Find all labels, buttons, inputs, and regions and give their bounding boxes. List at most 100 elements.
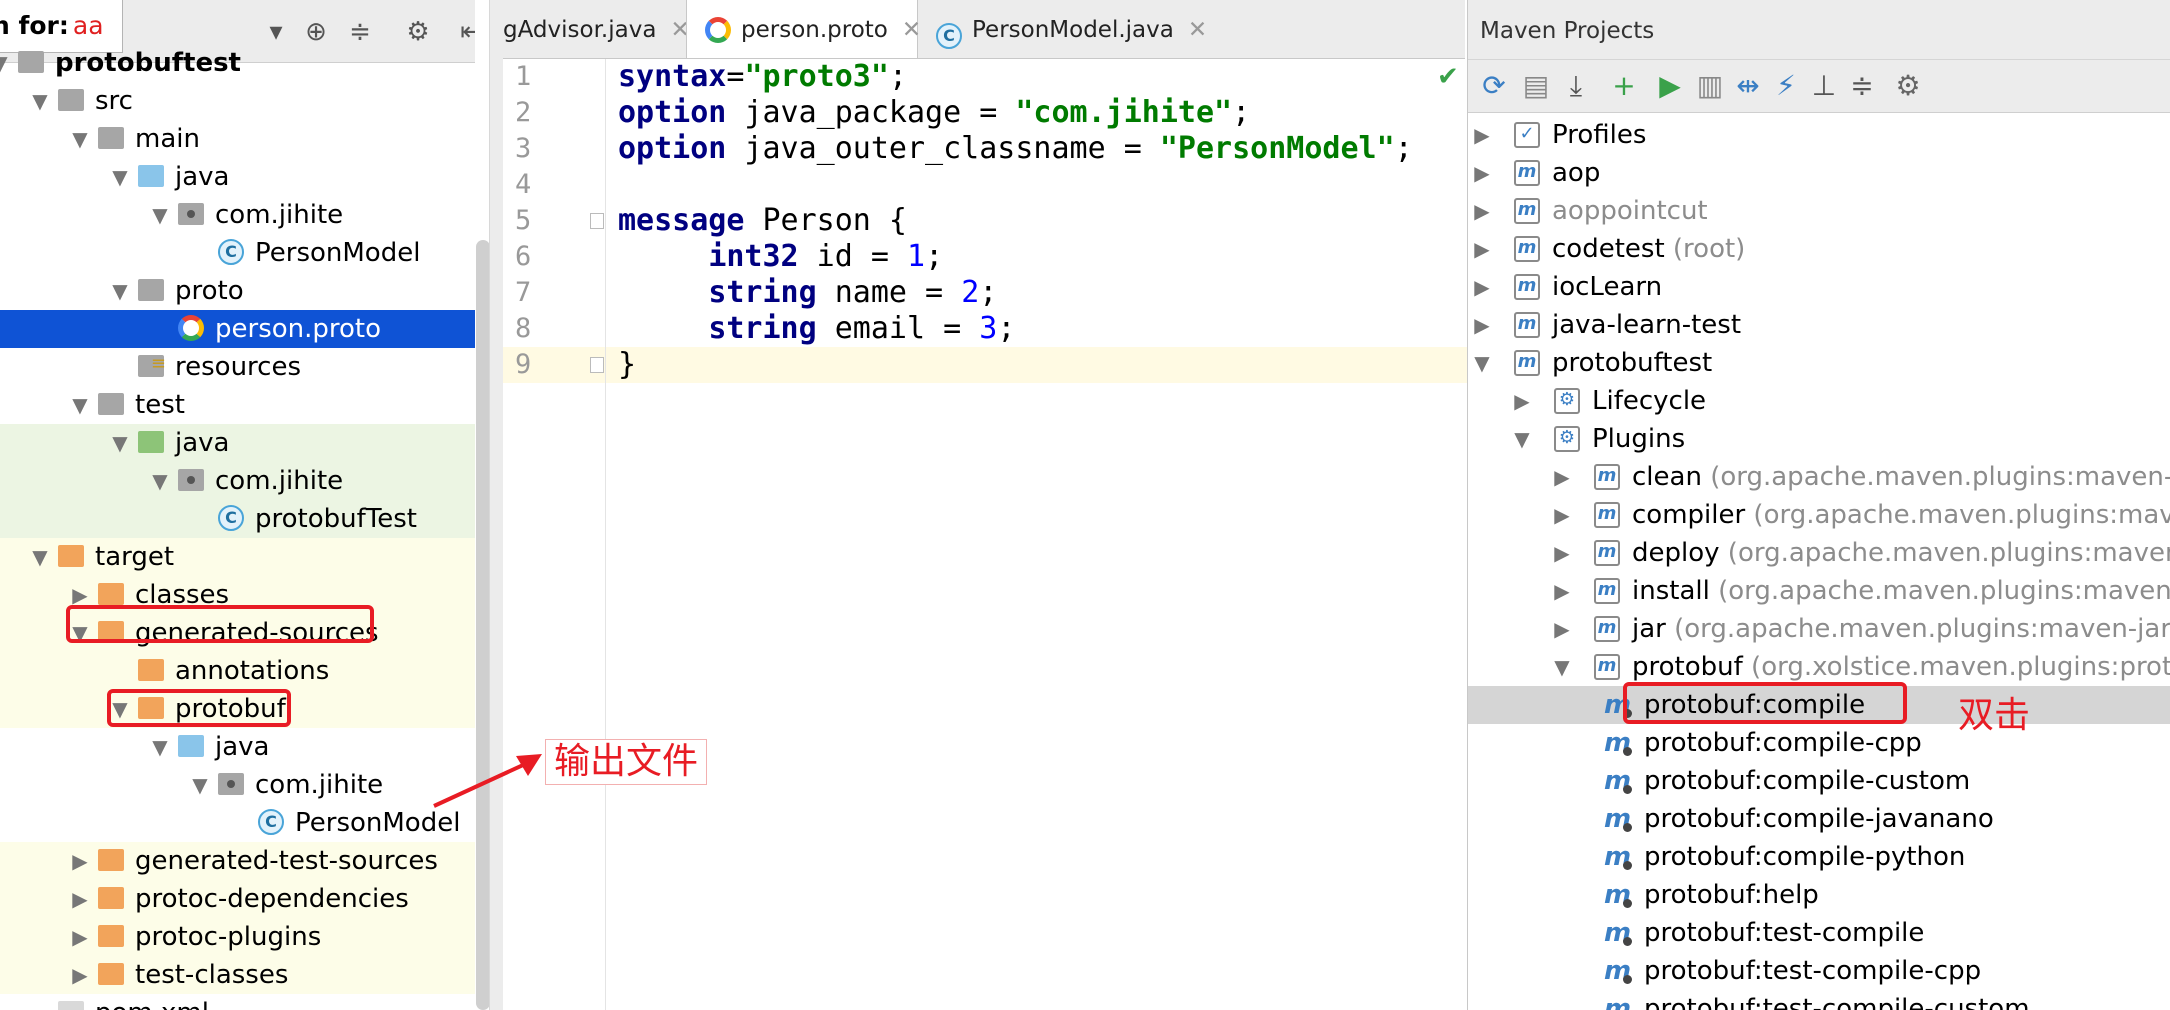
collapsed-arrow-icon[interactable]: ▶ <box>68 956 92 994</box>
collapsed-arrow-icon[interactable]: ▶ <box>68 842 92 880</box>
collapsed-arrow-icon[interactable]: ▶ <box>68 880 92 918</box>
project-tree-item[interactable]: resources <box>0 345 475 386</box>
expanded-arrow-icon[interactable]: ▼ <box>68 386 92 424</box>
maven-goal-item[interactable]: m protobuf:compile-cpp <box>1468 724 2170 762</box>
project-tree-item[interactable]: ▶ protoc-dependencies <box>0 880 475 918</box>
collapsed-arrow-icon[interactable]: ▶ <box>1550 496 1574 534</box>
project-tree-item[interactable]: ▼ java <box>0 158 475 196</box>
maven-goal-item[interactable]: m protobuf:test-compile <box>1468 914 2170 952</box>
project-tree-item[interactable]: ▼ protobuftest <box>0 44 475 82</box>
expanded-arrow-icon[interactable]: ▼ <box>148 462 172 500</box>
collapsed-arrow-icon[interactable]: ▶ <box>1550 610 1574 648</box>
maven-tree-item[interactable]: ▶ m compiler (org.apache.maven.plugins:mav… <box>1468 496 2170 534</box>
maven-tree-item[interactable]: ▼ m protobuftest <box>1468 344 2170 382</box>
maven-goal-item[interactable]: m protobuf:compile-python <box>1468 838 2170 876</box>
project-tree-item[interactable]: ▼ main <box>0 120 475 158</box>
collapsed-arrow-icon[interactable]: ▶ <box>1510 382 1534 420</box>
download-icon[interactable]: ⤓ <box>1560 70 1592 102</box>
collapsed-arrow-icon[interactable]: ▶ <box>1550 572 1574 610</box>
maven-tree-item[interactable]: ▶ m aop <box>1468 154 2170 192</box>
maven-tree-item[interactable]: ▶ m install (org.apache.maven.plugins:mave… <box>1468 572 2170 610</box>
maven-tree-item[interactable]: ▶ ⚙ Lifecycle <box>1468 382 2170 420</box>
expanded-arrow-icon[interactable]: ▼ <box>108 424 132 462</box>
project-tree-item[interactable]: CprotobufTest <box>0 500 475 538</box>
maven-tree-item[interactable]: ▶ ✓ Profiles <box>1468 116 2170 154</box>
maven-tree-item[interactable]: ▶ m jar (org.apache.maven.plugins:maven-ja… <box>1468 610 2170 648</box>
maven-goal-item[interactable]: m protobuf:help <box>1468 876 2170 914</box>
collapsed-arrow-icon[interactable]: ▶ <box>1470 154 1494 192</box>
collapsed-arrow-icon[interactable]: ▶ <box>1550 458 1574 496</box>
expanded-arrow-icon[interactable]: ▼ <box>108 272 132 310</box>
code-line[interactable]: } <box>590 347 1477 383</box>
code-line[interactable] <box>606 167 1477 203</box>
project-tree-item[interactable]: ▼ java <box>0 424 475 462</box>
panel-divider[interactable] <box>489 0 504 1010</box>
maven-tree-item[interactable]: ▶ m aoppointcut <box>1468 192 2170 230</box>
project-tree-item[interactable]: ▼ com.jihite <box>0 462 475 500</box>
maven-tree-item[interactable]: ▼ ⚙ Plugins <box>1468 420 2170 458</box>
generate-sources-icon[interactable]: ▤ <box>1520 70 1552 102</box>
code-line[interactable]: string email = 3; <box>606 311 1477 347</box>
fold-marker-icon[interactable] <box>590 357 604 373</box>
code-line[interactable]: option java_package = "com.jihite"; <box>606 95 1477 131</box>
project-tree-item[interactable]: ▶ protoc-plugins <box>0 918 475 956</box>
project-tree-item[interactable]: ▼ target <box>0 538 475 576</box>
maven-tree-item[interactable]: ▼ m protobuf (org.xolstice.maven.plugins:p… <box>1468 648 2170 686</box>
project-tree-item[interactable]: ▼ test <box>0 386 475 424</box>
tab-personmodel-java[interactable]: C PersonModel.java ✕ <box>928 0 1208 58</box>
collapsed-arrow-icon[interactable]: ▶ <box>1550 534 1574 572</box>
tab-advisor-java[interactable]: gAdvisor.java ✕ <box>503 0 690 58</box>
expanded-arrow-icon[interactable]: ▼ <box>148 196 172 234</box>
expanded-arrow-icon[interactable]: ▼ <box>0 44 12 82</box>
project-tree-item[interactable]: pom.xml <box>0 994 475 1010</box>
show-dependencies-icon[interactable]: ⊥ <box>1808 70 1840 102</box>
collapsed-arrow-icon[interactable]: ▶ <box>1470 268 1494 306</box>
skip-tests-icon[interactable]: ⚡ <box>1770 70 1802 102</box>
code-line[interactable]: string name = 2; <box>606 275 1477 311</box>
maven-tree-item[interactable]: ▶ m iocLearn <box>1468 268 2170 306</box>
project-tree-item[interactable]: ▶ test-classes <box>0 956 475 994</box>
expanded-arrow-icon[interactable]: ▼ <box>148 728 172 766</box>
expanded-arrow-icon[interactable]: ▼ <box>188 766 212 804</box>
close-icon[interactable]: ✕ <box>902 17 921 43</box>
add-icon[interactable]: + <box>1608 70 1640 102</box>
collapsed-arrow-icon[interactable]: ▶ <box>1470 306 1494 344</box>
execute-goal-icon[interactable]: ▥ <box>1694 70 1726 102</box>
maven-goal-item[interactable]: m protobuf:compile-javanano <box>1468 800 2170 838</box>
project-tree-item[interactable]: ▼ proto <box>0 272 475 310</box>
maven-goal-item[interactable]: m protobuf:compile-custom <box>1468 762 2170 800</box>
project-tree-item[interactable]: C PersonModel <box>0 234 475 272</box>
project-tree-item[interactable]: ▼ src <box>0 82 475 120</box>
maven-goal-item[interactable]: m protobuf:test-compile-custom <box>1468 990 2170 1010</box>
collapsed-arrow-icon[interactable]: ▶ <box>1470 192 1494 230</box>
maven-tree-item[interactable]: ▶mdeploy (org.apache.maven.plugins:maven… <box>1468 534 2170 572</box>
project-tree-item[interactable]: ▼ com.jihite <box>0 766 475 804</box>
code-editor[interactable]: syntax="proto3"; option java_package = "c… <box>590 59 1477 1010</box>
expanded-arrow-icon[interactable]: ▼ <box>68 120 92 158</box>
tab-person-proto[interactable]: person.proto ✕ <box>686 0 921 58</box>
expanded-arrow-icon[interactable]: ▼ <box>1550 648 1574 686</box>
code-line[interactable]: message Person { <box>590 203 1477 239</box>
reimport-icon[interactable]: ⟳ <box>1478 70 1510 102</box>
project-tree-item[interactable]: ▼ java <box>0 728 475 766</box>
expanded-arrow-icon[interactable]: ▼ <box>28 82 52 120</box>
maven-goal-item[interactable]: m protobuf:test-compile-cpp <box>1468 952 2170 990</box>
maven-tree-item[interactable]: ▶mclean (org.apache.maven.plugins:maven-… <box>1468 458 2170 496</box>
close-icon[interactable]: ✕ <box>1188 17 1207 43</box>
project-tree-item[interactable]: annotations <box>0 652 475 690</box>
project-tree-item[interactable]: person.proto <box>0 310 475 348</box>
code-line[interactable]: option java_outer_classname = "PersonMod… <box>606 131 1477 167</box>
collapsed-arrow-icon[interactable]: ▶ <box>1470 230 1494 268</box>
code-line[interactable]: int32 id = 1; <box>606 239 1477 275</box>
project-scrollbar[interactable] <box>476 240 490 1010</box>
expanded-arrow-icon[interactable]: ▼ <box>1470 344 1494 382</box>
maven-tree-item[interactable]: ▶ m java-learn-test <box>1468 306 2170 344</box>
collapsed-arrow-icon[interactable]: ▶ <box>1470 116 1494 154</box>
collapsed-arrow-icon[interactable]: ▶ <box>68 918 92 956</box>
collapse-all-icon[interactable]: ≑ <box>1846 70 1878 102</box>
maven-tree-item[interactable]: ▶ m codetest (root) <box>1468 230 2170 268</box>
run-icon[interactable]: ▶ <box>1654 70 1686 102</box>
project-tree-item[interactable]: ▼ com.jihite <box>0 196 475 234</box>
expanded-arrow-icon[interactable]: ▼ <box>28 538 52 576</box>
expanded-arrow-icon[interactable]: ▼ <box>108 158 132 196</box>
